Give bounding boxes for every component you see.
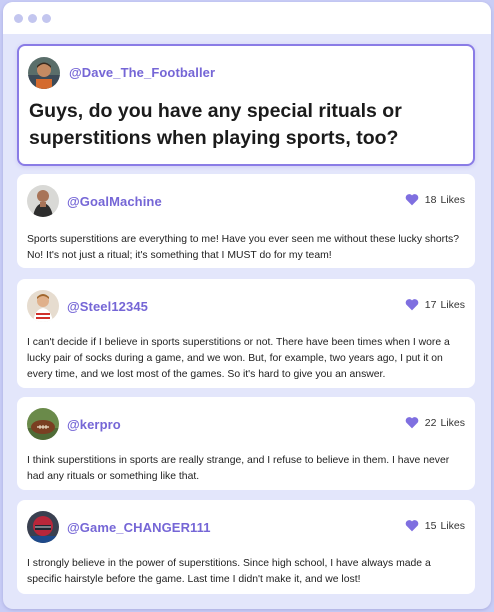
post-username[interactable]: @Dave_The_Footballer bbox=[69, 65, 215, 80]
likes-label: Likes bbox=[440, 519, 465, 532]
app-window: @Dave_The_Footballer Guys, do you have a… bbox=[3, 2, 491, 609]
like-button[interactable]: 18 Likes bbox=[405, 193, 465, 206]
likes-label: Likes bbox=[440, 193, 465, 206]
original-post: @Dave_The_Footballer Guys, do you have a… bbox=[17, 44, 475, 166]
window-control-dot[interactable] bbox=[14, 13, 23, 23]
reply-card: @kerpro 22 Likes I think superstitions i… bbox=[17, 397, 475, 490]
reply-text: I think superstitions in sports are real… bbox=[27, 455, 450, 482]
avatar[interactable] bbox=[28, 57, 60, 89]
avatar[interactable] bbox=[27, 408, 59, 440]
like-button[interactable]: 17 Likes bbox=[405, 298, 465, 311]
heart-icon bbox=[405, 417, 419, 429]
heart-icon bbox=[405, 194, 419, 206]
avatar[interactable] bbox=[27, 511, 59, 543]
likes-label: Likes bbox=[440, 416, 465, 429]
like-count: 15 bbox=[424, 519, 437, 532]
reply-card: @GoalMachine 18 Likes Sports superstitio… bbox=[17, 174, 475, 268]
reply-username[interactable]: @kerpro bbox=[67, 417, 121, 432]
reply-username[interactable]: @GoalMachine bbox=[67, 194, 162, 209]
like-count: 18 bbox=[424, 193, 437, 206]
reply-text: I can't decide if I believe in sports su… bbox=[27, 337, 450, 380]
heart-icon bbox=[405, 299, 419, 311]
window-control-dot[interactable] bbox=[42, 13, 51, 23]
like-count: 22 bbox=[424, 416, 437, 429]
like-count: 17 bbox=[424, 298, 437, 311]
avatar[interactable] bbox=[27, 290, 59, 322]
title-bar bbox=[3, 2, 491, 34]
reply-username[interactable]: @Steel12345 bbox=[67, 299, 148, 314]
reply-text: I strongly believe in the power of super… bbox=[27, 558, 431, 585]
reply-text: Sports superstitions are everything to m… bbox=[27, 234, 459, 261]
reply-username[interactable]: @Game_CHANGER111 bbox=[67, 520, 211, 535]
post-question: Guys, do you have any special rituals or… bbox=[29, 100, 402, 149]
like-button[interactable]: 15 Likes bbox=[405, 519, 465, 532]
heart-icon bbox=[405, 520, 419, 532]
like-button[interactable]: 22 Likes bbox=[405, 416, 465, 429]
reply-card: @Steel12345 17 Likes I can't decide if I… bbox=[17, 279, 475, 388]
reply-card: @Game_CHANGER111 15 Likes I strongly bel… bbox=[17, 500, 475, 594]
avatar[interactable] bbox=[27, 185, 59, 217]
window-control-dot[interactable] bbox=[28, 13, 37, 23]
likes-label: Likes bbox=[440, 298, 465, 311]
